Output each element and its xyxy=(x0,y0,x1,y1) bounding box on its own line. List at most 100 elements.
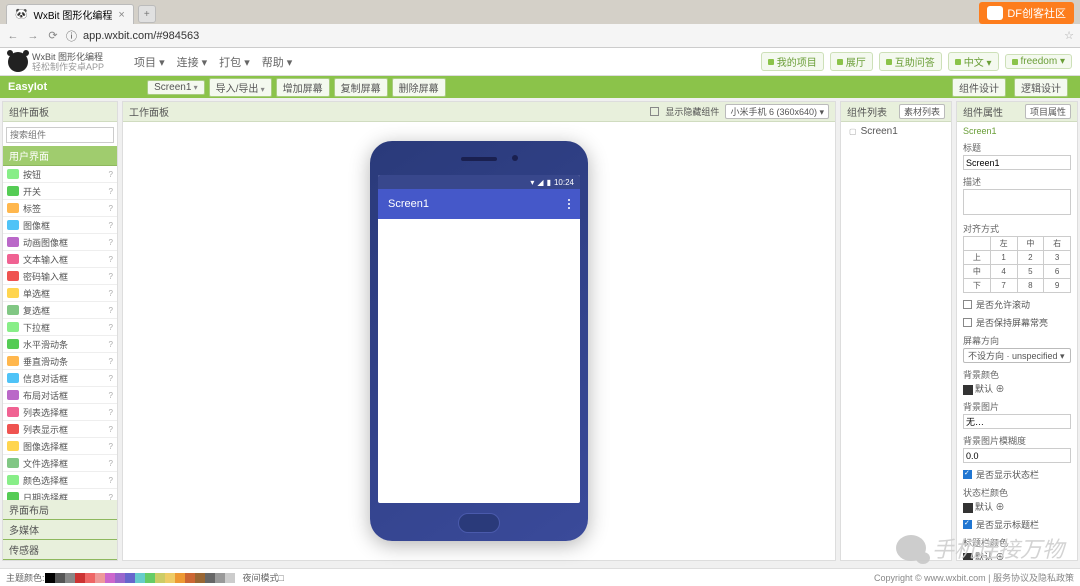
help-icon[interactable]: ? xyxy=(109,459,113,468)
help-icon[interactable]: ? xyxy=(109,289,113,298)
my-projects-link[interactable]: 我的项目 xyxy=(761,52,824,71)
add-screen-button[interactable]: 增加屏幕 xyxy=(276,78,330,97)
help-icon[interactable]: ? xyxy=(109,204,113,213)
theme-swatch[interactable] xyxy=(205,573,215,583)
theme-swatch[interactable] xyxy=(195,573,205,583)
palette-item[interactable]: 动画图像框? xyxy=(3,234,117,251)
palette-item[interactable]: 下拉框? xyxy=(3,319,117,336)
help-icon[interactable]: ? xyxy=(109,408,113,417)
palette-item[interactable]: 列表选择框? xyxy=(3,404,117,421)
palette-item[interactable]: 开关? xyxy=(3,183,117,200)
palette-item[interactable]: 水平滑动条? xyxy=(3,336,117,353)
palette-item[interactable]: 按钮? xyxy=(3,166,117,183)
prop-bgimg-input[interactable] xyxy=(963,414,1071,429)
theme-swatch[interactable] xyxy=(225,573,235,583)
theme-swatch[interactable] xyxy=(135,573,145,583)
prop-scroll-checkbox[interactable] xyxy=(963,300,972,309)
prop-desc-input[interactable] xyxy=(963,189,1071,215)
palette-item[interactable]: 单选框? xyxy=(3,285,117,302)
assets-button[interactable]: 素材列表 xyxy=(899,104,945,119)
bookmark-icon[interactable]: ☆ xyxy=(1064,29,1074,42)
category-media[interactable]: 多媒体 xyxy=(3,520,117,540)
theme-swatch[interactable] xyxy=(45,573,55,583)
help-icon[interactable]: ? xyxy=(109,187,113,196)
help-icon[interactable]: ? xyxy=(109,476,113,485)
help-icon[interactable]: ? xyxy=(109,425,113,434)
screen-select[interactable]: Screen1 xyxy=(147,80,205,95)
help-icon[interactable]: ? xyxy=(109,170,113,179)
help-icon[interactable]: ? xyxy=(109,238,113,247)
help-icon[interactable]: ? xyxy=(109,272,113,281)
help-icon[interactable]: ? xyxy=(109,442,113,451)
theme-swatch[interactable] xyxy=(125,573,135,583)
theme-swatch[interactable] xyxy=(95,573,105,583)
prop-orient-select[interactable]: 不设方向 · unspecified ▾ xyxy=(963,348,1071,363)
delete-screen-button[interactable]: 删除屏幕 xyxy=(392,78,446,97)
gallery-link[interactable]: 展厅 xyxy=(830,52,873,71)
show-hidden-checkbox[interactable] xyxy=(650,107,659,116)
palette-item[interactable]: 复选框? xyxy=(3,302,117,319)
theme-swatch[interactable] xyxy=(145,573,155,583)
back-icon[interactable]: ← xyxy=(6,30,20,42)
theme-swatch[interactable] xyxy=(155,573,165,583)
palette-item[interactable]: 日期选择框? xyxy=(3,489,117,500)
category-sensor[interactable]: 传感器 xyxy=(3,540,117,560)
prop-showstatus-checkbox[interactable] xyxy=(963,470,972,479)
device-select[interactable]: 小米手机 6 (360x640) ▾ xyxy=(725,104,829,119)
help-icon[interactable]: ? xyxy=(109,493,113,501)
night-mode-toggle[interactable]: 夜间模式□ xyxy=(243,571,284,584)
copy-screen-button[interactable]: 复制屏幕 xyxy=(334,78,388,97)
forward-icon[interactable]: → xyxy=(26,30,40,42)
qa-link[interactable]: 互助问答 xyxy=(879,52,942,71)
palette-item[interactable]: 密码输入框? xyxy=(3,268,117,285)
import-export-button[interactable]: 导入/导出 xyxy=(209,78,272,97)
theme-swatch[interactable] xyxy=(55,573,65,583)
help-icon[interactable]: ? xyxy=(109,374,113,383)
menu-help[interactable]: 帮助 ▾ xyxy=(262,54,293,70)
prop-bgcolor[interactable]: 默认 ⊕ xyxy=(975,384,1005,394)
help-icon[interactable]: ? xyxy=(109,357,113,366)
theme-swatch[interactable] xyxy=(75,573,85,583)
palette-item[interactable]: 图像框? xyxy=(3,217,117,234)
theme-swatch[interactable] xyxy=(165,573,175,583)
phone-screen[interactable]: ▾◢▮ 10:24 Screen1 xyxy=(378,175,580,503)
url-text[interactable]: app.wxbit.com/#984563 xyxy=(83,30,1058,42)
app-logo[interactable]: WxBit 图形化编程 轻松制作安卓APP xyxy=(8,52,104,72)
palette-item[interactable]: 图像选择框? xyxy=(3,438,117,455)
reload-icon[interactable]: ⟳ xyxy=(46,29,60,42)
project-props-button[interactable]: 项目属性 xyxy=(1025,104,1071,119)
help-icon[interactable]: ? xyxy=(109,323,113,332)
overflow-icon[interactable] xyxy=(568,199,570,209)
theme-swatch[interactable] xyxy=(215,573,225,583)
help-icon[interactable]: ? xyxy=(109,340,113,349)
new-tab-button[interactable]: + xyxy=(138,5,156,23)
theme-swatch[interactable] xyxy=(175,573,185,583)
help-icon[interactable]: ? xyxy=(109,306,113,315)
theme-swatch[interactable] xyxy=(65,573,75,583)
menu-project[interactable]: 项目 ▾ xyxy=(134,54,165,70)
help-icon[interactable]: ? xyxy=(109,221,113,230)
blocks-tab[interactable]: 逻辑设计 xyxy=(1014,78,1068,97)
prop-blur-input[interactable] xyxy=(963,448,1071,463)
palette-item[interactable]: 标签? xyxy=(3,200,117,217)
category-layout[interactable]: 界面布局 xyxy=(3,500,117,520)
theme-swatch[interactable] xyxy=(85,573,95,583)
theme-swatch[interactable] xyxy=(105,573,115,583)
palette-item[interactable]: 颜色选择框? xyxy=(3,472,117,489)
outline-root[interactable]: Screen1 xyxy=(841,122,951,141)
palette-item[interactable]: 信息对话框? xyxy=(3,370,117,387)
prop-statuscolor[interactable]: 默认 ⊕ xyxy=(975,502,1005,512)
user-menu[interactable]: freedom ▾ xyxy=(1005,54,1072,69)
help-icon[interactable]: ? xyxy=(109,391,113,400)
lang-select[interactable]: 中文 ▾ xyxy=(948,52,999,71)
align-grid[interactable]: 左中右 上123 中456 下789 xyxy=(963,236,1071,293)
prop-title-input[interactable] xyxy=(963,155,1071,170)
palette-item[interactable]: 文件选择框? xyxy=(3,455,117,472)
menu-build[interactable]: 打包 ▾ xyxy=(219,54,250,70)
palette-item[interactable]: 列表显示框? xyxy=(3,421,117,438)
help-icon[interactable]: ? xyxy=(109,255,113,264)
prop-keepon-checkbox[interactable] xyxy=(963,318,972,327)
browser-tab[interactable]: 🐼 WxBit 图形化编程 × xyxy=(6,4,134,24)
prop-showtitle-checkbox[interactable] xyxy=(963,520,972,529)
palette-item[interactable]: 垂直滑动条? xyxy=(3,353,117,370)
